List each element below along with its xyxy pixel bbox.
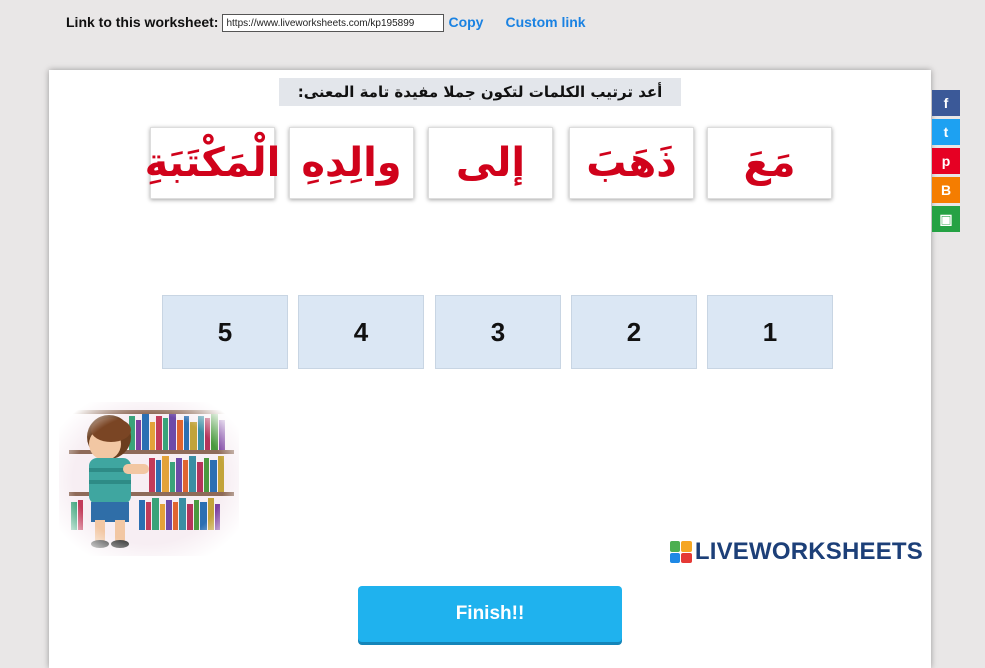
finish-button[interactable]: Finish!! [358, 586, 622, 642]
drop-slot-2[interactable]: 2 [571, 295, 697, 369]
liveworksheets-logo: LIVEWORKSHEETS [669, 538, 923, 566]
facebook-share-button[interactable]: f [932, 90, 960, 116]
word-card-2[interactable]: ذَهَبَ [569, 127, 694, 199]
pinterest-share-button[interactable]: p [932, 148, 960, 174]
pinterest-icon: p [941, 153, 951, 169]
word-card-5[interactable]: الْمَكْتَبَةِ [145, 127, 280, 199]
custom-link-button[interactable]: Custom link [505, 14, 585, 30]
blogger-icon: B [940, 182, 952, 198]
word-card-3[interactable]: إلى [428, 127, 553, 199]
worksheet-panel: أعد ترتيب الكلمات لتكون جملا مفيدة تامة … [49, 70, 931, 668]
word-card-1[interactable]: مَعَ [707, 127, 832, 199]
drop-slot-4[interactable]: 4 [298, 295, 424, 369]
share-toolbar: f t p B ▣ [932, 90, 962, 235]
brand-name: LIVEWORKSHEETS [694, 538, 923, 565]
link-bar: Link to this worksheet: Copy Custom link [66, 10, 586, 34]
blogger-share-button[interactable]: B [932, 177, 960, 203]
twitter-share-button[interactable]: t [932, 119, 960, 145]
copy-link-button[interactable]: Copy [448, 14, 483, 30]
facebook-icon: f [943, 95, 949, 111]
google-classroom-share-button[interactable]: ▣ [932, 206, 960, 232]
drop-slot-5[interactable]: 5 [162, 295, 288, 369]
word-card-4[interactable]: والِدِهِ [289, 127, 414, 199]
link-label: Link to this worksheet: [66, 14, 219, 30]
drop-slot-3[interactable]: 3 [435, 295, 561, 369]
google-classroom-icon: ▣ [939, 210, 953, 227]
worksheet-url-field[interactable] [222, 14, 445, 32]
twitter-icon: t [943, 124, 949, 140]
boy-at-bookshelf-illustration [59, 402, 239, 556]
liveworksheets-logo-icon [669, 541, 692, 563]
drop-slot-1[interactable]: 1 [707, 295, 833, 369]
instruction-text: أعد ترتيب الكلمات لتكون جملا مفيدة تامة … [279, 78, 681, 106]
